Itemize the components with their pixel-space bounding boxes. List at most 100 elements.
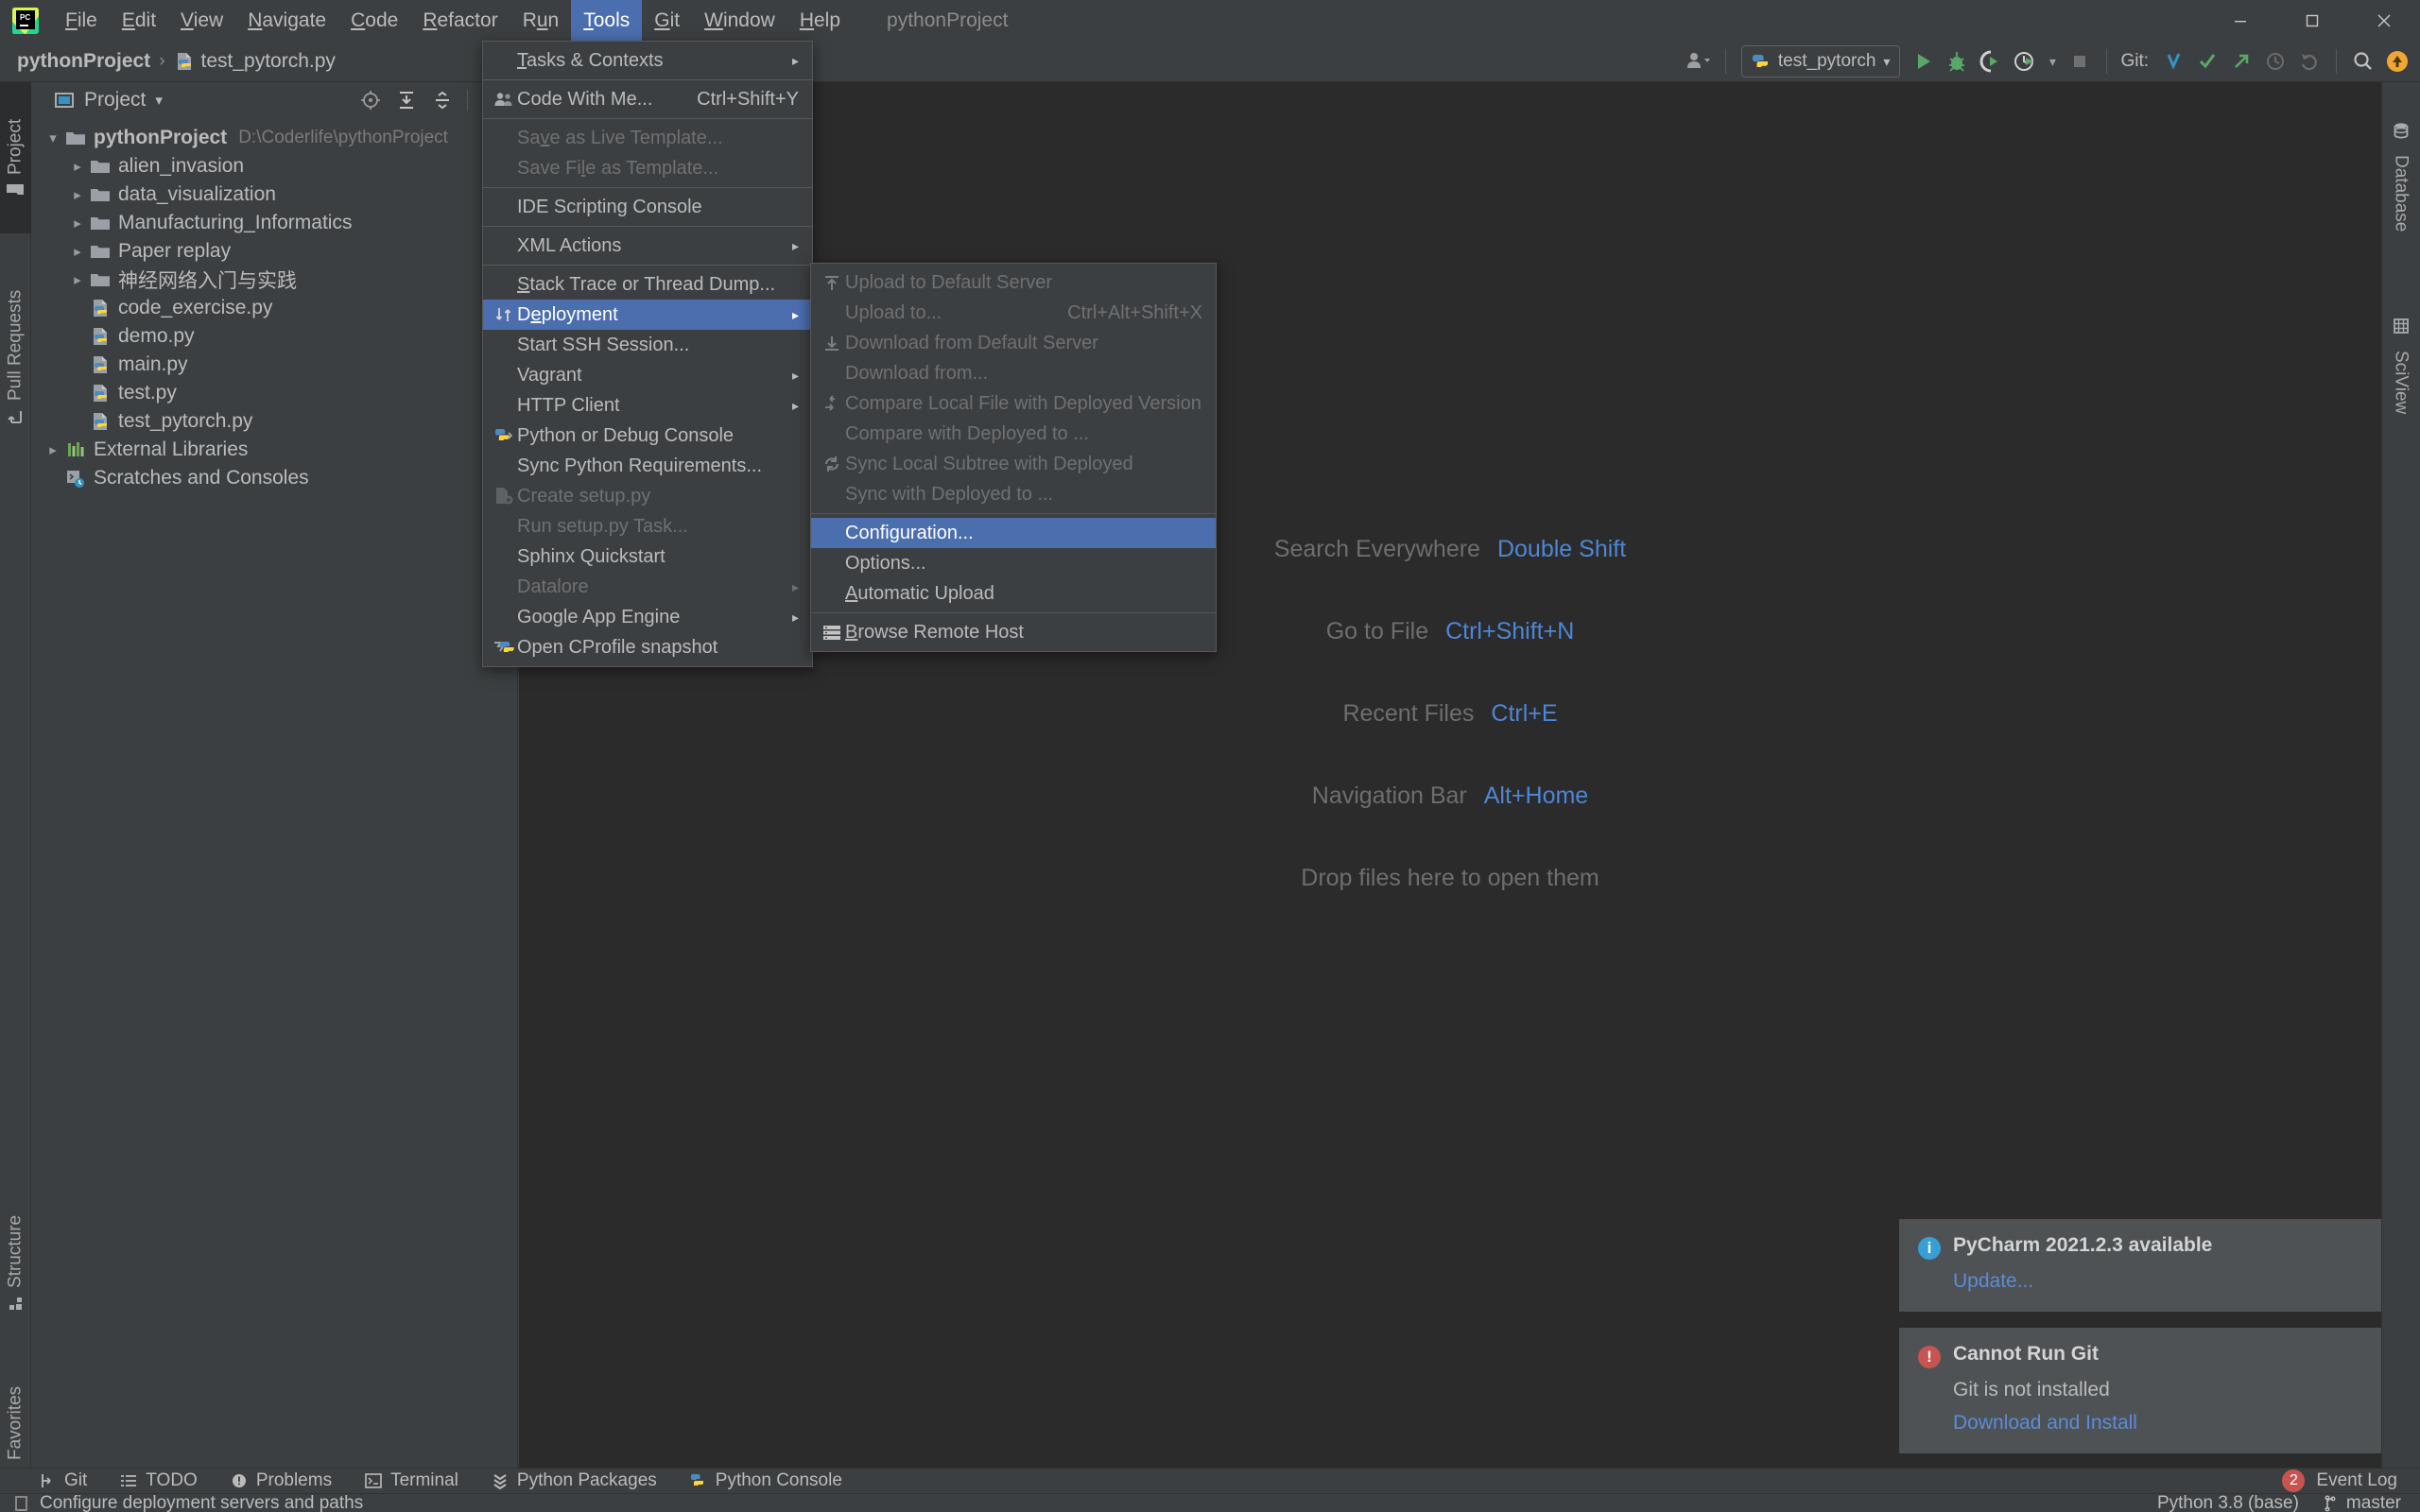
tree-node[interactable]: ▸ Manufacturing_Informatics <box>31 209 517 237</box>
python-file-icon <box>90 383 111 404</box>
menu-item-http-client[interactable]: HTTP Client ▸ <box>483 390 812 421</box>
tools-menu-popup[interactable]: Tasks & Contexts ▸ Code With Me... Ctrl+Shi… <box>482 41 813 667</box>
menu-item-stack-trace-or-thread-dump[interactable]: Stack Trace or Thread Dump... <box>483 269 812 300</box>
tree-node[interactable]: ▸ alien_invasion <box>31 152 517 180</box>
git-update-icon[interactable] <box>2156 44 2190 78</box>
menu-item-configuration[interactable]: Configuration... <box>811 518 1216 548</box>
chevron-right-icon[interactable]: ▸ <box>65 158 90 175</box>
tree-node[interactable]: main.py <box>31 351 517 379</box>
deployment-submenu-popup[interactable]: Upload to Default Server Upload to... Ctrl… <box>810 263 1217 652</box>
tree-node[interactable]: test.py <box>31 379 517 407</box>
menu-help[interactable]: Help <box>787 0 853 41</box>
menu-item-google-app-engine[interactable]: Google App Engine ▸ <box>483 602 812 632</box>
sidebar-item-project[interactable]: Project <box>0 82 31 233</box>
interpreter-indicator[interactable]: Python 3.8 (base) <box>2157 1493 2299 1512</box>
tree-node[interactable]: ▸ 神经网络入门与实践 <box>31 266 517 294</box>
sidebar-item-structure[interactable]: Structure <box>0 1178 31 1349</box>
maximize-button[interactable] <box>2276 0 2348 41</box>
notification-header: ! Cannot Run Git <box>1918 1343 2360 1368</box>
debug-icon[interactable] <box>1940 44 1974 78</box>
chevron-right-icon[interactable]: ▸ <box>65 243 90 260</box>
breadcrumb-file[interactable]: test_pytorch.py <box>174 50 336 73</box>
locate-icon[interactable] <box>359 89 382 112</box>
tree-node[interactable]: ▸ data_visualization <box>31 180 517 209</box>
chevron-down-icon[interactable]: ▾ <box>41 129 65 146</box>
bottom-tab-python-console[interactable]: Python Console <box>689 1470 842 1491</box>
menu-item-label: Upload to Default Server <box>845 271 1053 293</box>
breadcrumb-project[interactable]: pythonProject <box>17 50 150 73</box>
menu-file[interactable]: File <box>53 0 110 41</box>
close-button[interactable] <box>2348 0 2420 41</box>
menu-item-deployment[interactable]: Deployment ▸ <box>483 300 812 330</box>
run-icon[interactable] <box>1906 44 1940 78</box>
menu-item-vagrant[interactable]: Vagrant ▸ <box>483 360 812 390</box>
chevron-right-icon[interactable]: ▸ <box>41 441 65 458</box>
tree-node[interactable]: ▸ Paper replay <box>31 237 517 266</box>
menu-item-browse-remote-host[interactable]: Browse Remote Host <box>811 617 1216 647</box>
menu-item-automatic-upload[interactable]: Automatic Upload <box>811 578 1216 609</box>
tree-node-label: Scratches and Consoles <box>94 467 309 489</box>
chevron-right-icon[interactable]: ▸ <box>65 271 90 288</box>
menu-refactor[interactable]: Refactor <box>410 0 510 41</box>
menu-run[interactable]: Run <box>510 0 572 41</box>
event-log-count: 2 <box>2282 1469 2306 1492</box>
user-dropdown-icon[interactable] <box>1682 44 1716 78</box>
run-configuration-selector[interactable]: test_pytorch ▾ <box>1740 45 1901 77</box>
minimize-button[interactable] <box>2204 0 2276 41</box>
git-push-icon[interactable] <box>2224 44 2258 78</box>
tree-node-label: 神经网络入门与实践 <box>118 270 297 292</box>
profile-icon[interactable] <box>2008 44 2042 78</box>
menu-tools[interactable]: Tools <box>571 0 643 41</box>
menu-item-code-with-me[interactable]: Code With Me... Ctrl+Shift+Y <box>483 84 812 114</box>
git-commit-icon[interactable] <box>2190 44 2224 78</box>
tree-node[interactable]: ▾ pythonProject D:\Coderlife\pythonProject <box>31 124 517 152</box>
sidebar-label-structure: Structure <box>5 1214 26 1288</box>
run-with-coverage-icon[interactable] <box>1974 44 2008 78</box>
tree-node[interactable]: code_exercise.py <box>31 294 517 322</box>
bottom-tab-problems[interactable]: Problems <box>230 1470 332 1491</box>
menu-item-sphinx-quickstart[interactable]: Sphinx Quickstart <box>483 541 812 572</box>
profile-dropdown-icon[interactable]: ▾ <box>2042 44 2063 78</box>
tree-node[interactable]: Scratches and Consoles <box>31 464 517 492</box>
menu-item-options[interactable]: Options... <box>811 548 1216 578</box>
bottom-tab-python-packages[interactable]: Python Packages <box>491 1470 657 1491</box>
bottom-tab-git[interactable]: Git <box>38 1470 87 1491</box>
menu-window[interactable]: Window <box>692 0 787 41</box>
notification-link[interactable]: Download and Install <box>1953 1412 2360 1435</box>
folder-icon <box>90 158 111 175</box>
menu-git[interactable]: Git <box>642 0 692 41</box>
sidebar-item-sciview[interactable]: SciView <box>2381 281 2420 451</box>
menu-item-tasks-contexts[interactable]: Tasks & Contexts ▸ <box>483 45 812 76</box>
sidebar-item-pull-requests[interactable]: Pull Requests <box>0 239 31 475</box>
collapse-all-icon[interactable] <box>431 89 454 112</box>
menu-item-sync-python-requirements[interactable]: Sync Python Requirements... <box>483 451 812 481</box>
tree-node-label: alien_invasion <box>118 155 245 177</box>
search-everywhere-icon[interactable] <box>2346 44 2380 78</box>
menu-item-ide-scripting-console[interactable]: IDE Scripting Console <box>483 192 812 222</box>
menu-item-open-cprofile-snapshot[interactable]: Open CProfile snapshot <box>483 632 812 662</box>
bottom-tab-terminal[interactable]: Terminal <box>364 1470 458 1491</box>
bottom-tab-todo[interactable]: TODO <box>119 1470 198 1491</box>
tree-node[interactable]: test_pytorch.py <box>31 407 517 436</box>
menu-code[interactable]: Code <box>338 0 410 41</box>
menu-view[interactable]: View <box>168 0 235 41</box>
tree-node[interactable]: demo.py <box>31 322 517 351</box>
tree-node[interactable]: ▸ External Libraries <box>31 436 517 464</box>
menu-item-xml-actions[interactable]: XML Actions ▸ <box>483 231 812 261</box>
notifications-icon[interactable] <box>2380 44 2414 78</box>
notification-link[interactable]: Update... <box>1953 1270 2360 1293</box>
menu-item-shortcut: Ctrl+Shift+Y <box>697 88 799 110</box>
remote-host-icon <box>819 623 845 642</box>
stop-icon <box>2063 44 2097 78</box>
menu-edit[interactable]: Edit <box>110 0 168 41</box>
git-branch-indicator[interactable]: master <box>2322 1493 2401 1512</box>
chevron-right-icon[interactable]: ▸ <box>65 215 90 232</box>
sidebar-item-database[interactable]: Database <box>2381 82 2420 271</box>
menu-item-start-ssh-session[interactable]: Start SSH Session... <box>483 330 812 360</box>
expand-all-icon[interactable] <box>395 89 418 112</box>
chevron-right-icon[interactable]: ▸ <box>65 186 90 203</box>
menu-navigate[interactable]: Navigate <box>235 0 338 41</box>
event-log-area[interactable]: 2 Event Log <box>2282 1469 2397 1492</box>
menu-item-python-or-debug-console[interactable]: Python or Debug Console <box>483 421 812 451</box>
chevron-down-icon[interactable]: ▾ <box>155 92 163 109</box>
